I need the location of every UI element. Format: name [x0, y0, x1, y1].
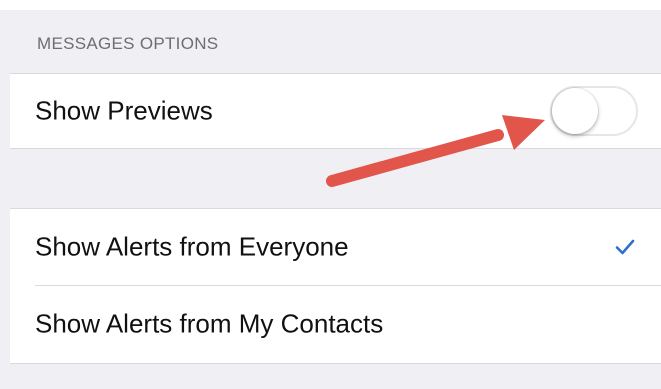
top-strip	[0, 0, 661, 10]
checkmark-icon	[615, 239, 635, 255]
show-alerts-contacts-label: Show Alerts from My Contacts	[35, 308, 384, 339]
settings-screen: MESSAGES OPTIONS Show Previews Show Aler…	[0, 0, 661, 389]
messages-options-group: Show Previews	[10, 73, 661, 149]
toggle-knob[interactable]	[552, 88, 598, 134]
show-alerts-everyone-row[interactable]: Show Alerts from Everyone	[10, 209, 661, 285]
show-previews-label: Show Previews	[35, 95, 213, 126]
alerts-group: Show Alerts from Everyone Show Alerts fr…	[10, 208, 661, 364]
messages-options-header: MESSAGES OPTIONS	[37, 34, 219, 53]
show-alerts-everyone-label: Show Alerts from Everyone	[35, 231, 349, 262]
show-previews-row[interactable]: Show Previews	[10, 74, 661, 148]
show-previews-toggle[interactable]	[550, 86, 638, 136]
show-alerts-contacts-row[interactable]: Show Alerts from My Contacts	[10, 286, 661, 362]
